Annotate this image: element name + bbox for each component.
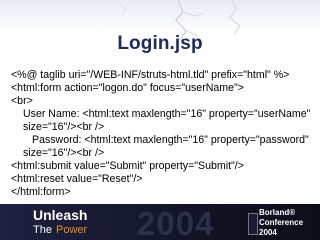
slide: Login.jsp <%@ taglib uri="/WEB-INF/strut… (0, 0, 320, 240)
slide-title: Login.jsp (117, 33, 203, 54)
code-line: </html:form> (11, 186, 71, 198)
code-line: <html:reset value="Reset"/> (11, 173, 143, 185)
code-line: <html:submit value="Submit" property="Su… (11, 160, 244, 172)
code-line: size="16"/><br /> (23, 121, 105, 133)
footer-tagline-the: The (33, 224, 52, 236)
footer-tagline-unleash: Unleash (33, 207, 88, 223)
code-line: <br> (11, 95, 33, 107)
borland-logo-icon (248, 213, 258, 235)
code-block: <%@ taglib uri="/WEB-INF/struts-html.tld… (11, 69, 311, 199)
code-line: <html:form action="logon.do" focus="user… (11, 82, 244, 94)
code-line: Password: <html:text maxlength="16" prop… (32, 134, 309, 146)
footer-tagline-power: Power (56, 224, 88, 236)
code-line: size="16"/><br /> (23, 147, 105, 159)
borland-logo-brand: Borland® (259, 208, 296, 217)
borland-logo-year: 2004 (259, 228, 277, 237)
footer-banner: Unleash The Power 2004 Borland® Conferen… (0, 204, 320, 240)
header-banner: Login.jsp (0, 0, 320, 60)
borland-logo-event: Conference (259, 218, 304, 227)
code-line: User Name: <html:text maxlength="16" pro… (23, 108, 311, 120)
footer-year-watermark: 2004 (137, 205, 215, 240)
code-line: <%@ taglib uri="/WEB-INF/struts-html.tld… (11, 69, 290, 81)
